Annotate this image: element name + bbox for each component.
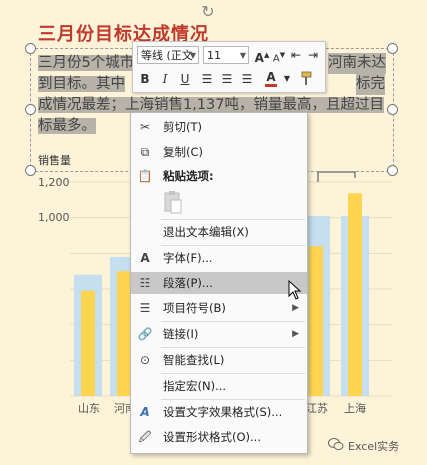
para-line-4: 标最多。 [38,118,96,134]
menu-label: 剪切(T) [163,120,202,134]
menu-label: 链接(I) [163,327,199,341]
align-left-icon[interactable]: ☰ [199,71,215,87]
menu-item-bullets[interactable]: ☰ 项目符号(B) ▶ [131,297,307,319]
menu-label: 退出文本编辑(X) [163,225,249,239]
bar-actual [81,290,95,396]
x-tick-shanghai: 上海 [344,402,366,415]
font-name-value: 等线 (正文 [141,49,193,62]
menu-item-smart-lookup[interactable]: ⊙ 智能查找(L) [131,349,307,371]
font-name-select[interactable]: 等线 (正文 ▼ [137,46,199,64]
slide-canvas: 销售量 1,200 1,000 山东 河南 江苏 上海 三月份目标达成情况 ↻ … [0,0,427,465]
menu-item-text-effects[interactable]: A 设置文字效果格式(S)... [131,401,307,423]
resize-handle-mr[interactable] [387,104,398,115]
paste-keep-text-icon[interactable] [161,190,187,216]
menu-item-assign-macro[interactable]: 指定宏(N)... [131,375,307,397]
chevron-down-icon: ▼ [239,51,246,60]
callout-line [317,171,356,182]
rotate-handle-icon[interactable]: ↻ [200,4,216,20]
para-frag-1: 河南未达 [328,53,386,74]
menu-label: 智能查找(L) [163,353,225,367]
x-tick-shandong: 山东 [78,402,100,415]
menu-label: 复制(C) [163,145,204,159]
underline-icon[interactable]: U [177,71,193,87]
chevron-down-icon[interactable]: ▼ [279,71,295,87]
clipboard-icon: 📋 [137,169,153,183]
font-color-swatch [265,84,277,87]
menu-label: 粘贴选项: [163,169,214,183]
bar-actual [348,193,362,396]
scissors-icon: ✂ [139,120,151,134]
menu-item-copy[interactable]: ⧉ 复制(C) [131,141,307,163]
menu-item-link[interactable]: 🔗 链接(I) ▶ [131,323,307,345]
menu-item-exit-text-edit[interactable]: 退出文本编辑(X) [131,221,307,243]
link-icon: 🔗 [137,327,153,341]
align-center-icon[interactable]: ☰ [219,71,235,87]
para-line-1: 三月份5个城市 [38,55,135,71]
menu-item-paste-options: 📋 粘贴选项: [131,165,307,187]
wechat-logo-icon [328,438,344,450]
para-line-3: 成情况最差；上海销售1,137吨，销量最高，且超过目 [38,97,385,113]
font-color-icon[interactable]: A [263,69,279,87]
shape-format-icon: 🖉 [138,430,152,444]
menu-item-cut[interactable]: ✂ 剪切(T) [131,116,307,138]
submenu-arrow-icon: ▶ [292,303,299,313]
menu-separator [161,373,305,374]
mini-toolbar: 等线 (正文 ▼ 11 ▼ A▲ A▼ ⇤ ⇥ B I U ☰ ☰ ☰ A ▼ [132,41,326,93]
y-tick-1000: 1,000 [38,211,70,224]
menu-separator [161,399,305,400]
smart-lookup-icon: ⊙ [139,353,151,367]
menu-separator [161,219,305,220]
menu-separator [161,245,305,246]
menu-label: 字体(F)... [163,251,213,265]
bar-actual [117,271,131,396]
text-effects-icon: A [140,405,150,419]
menu-item-font[interactable]: A 字体(F)... [131,247,307,269]
font-color-letter: A [266,70,276,84]
watermark-text: Excel实务 [348,440,400,453]
bold-icon[interactable]: B [137,71,153,87]
copy-icon: ⧉ [140,145,150,159]
menu-label: 设置文字效果格式(S)... [163,405,283,419]
font-icon: A [140,251,150,265]
y-tick-1200: 1,200 [38,176,70,189]
grow-font-icon[interactable]: A▲ [254,47,270,65]
format-painter-icon[interactable] [297,71,313,87]
para-frag-2: 标完 [356,74,385,95]
mouse-cursor-icon [288,280,302,300]
bar-actual [309,246,323,396]
increase-indent-icon[interactable]: ⇥ [305,47,321,63]
chevron-down-icon: ▼ [189,51,196,60]
menu-separator [161,321,305,322]
paragraph-icon: ☷ [139,276,151,290]
menu-item-paragraph[interactable]: ☷ 段落(P)... [131,272,307,294]
menu-separator [161,347,305,348]
shrink-font-icon[interactable]: A▼ [271,47,287,64]
context-menu: ✂ 剪切(T) ⧉ 复制(C) 📋 粘贴选项: 退出文本编辑(X) A 字体(F… [130,112,308,454]
font-size-select[interactable]: 11 ▼ [203,46,249,64]
italic-icon[interactable]: I [157,71,173,87]
menu-label: 段落(P)... [163,276,213,290]
decrease-indent-icon[interactable]: ⇤ [288,47,304,63]
align-right-icon[interactable]: ☰ [239,71,255,87]
resize-handle-br[interactable] [387,165,398,176]
menu-label: 设置形状格式(O)... [163,430,261,444]
font-size-value: 11 [207,49,221,62]
resize-handle-ml[interactable] [25,104,36,115]
menu-item-shape-format[interactable]: 🖉 设置形状格式(O)... [131,426,307,448]
submenu-arrow-icon: ▶ [292,329,299,339]
resize-handle-tl[interactable] [25,43,36,54]
para-line-2: 到目标。其中 [38,76,125,92]
resize-handle-tr[interactable] [387,43,398,54]
bullets-icon: ☰ [139,301,151,315]
resize-handle-bl[interactable] [25,165,36,176]
menu-label: 指定宏(N)... [163,379,227,393]
x-tick-jiangsu: 江苏 [306,402,328,415]
menu-label: 项目符号(B) [163,301,226,315]
